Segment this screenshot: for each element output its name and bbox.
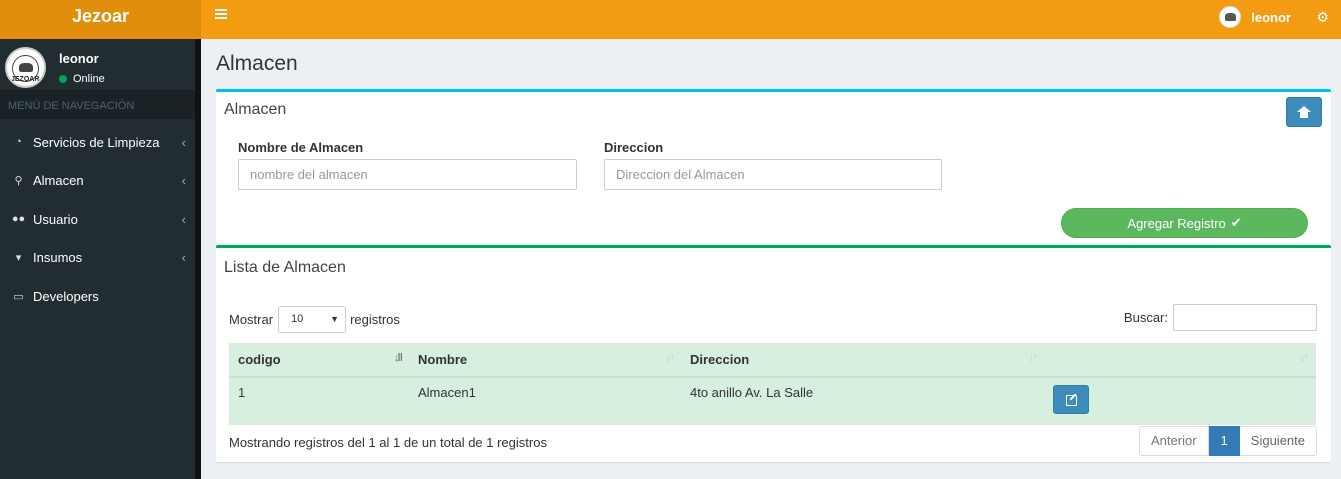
user-name-top: leonor	[1251, 9, 1291, 25]
cell-actions	[1044, 376, 1316, 425]
column-header-codigo[interactable]: codigo ↓ǁ	[229, 343, 410, 378]
pager-next[interactable]: Siguiente	[1239, 426, 1317, 456]
sidebar-menu: ◔ Servicios de Limpieza ‹ ⚲ Almacen ‹ ●●…	[0, 123, 195, 316]
column-header-label: Nombre	[418, 352, 468, 368]
sidebar-item-developers[interactable]: ▭ Developers	[0, 277, 195, 316]
status-badge: Online	[59, 73, 105, 85]
sidebar-toggle-icon[interactable]	[215, 9, 227, 19]
search-label: Buscar:	[1123, 310, 1168, 325]
add-record-label: Agregar Registro	[1127, 215, 1226, 231]
pagination: Anterior 1 Siguiente	[1139, 426, 1317, 456]
direccion-label: Direccion	[604, 140, 664, 155]
table-row: 1 Almacen1 4to anillo Av. La Salle	[229, 376, 1316, 425]
page-length-control: Mostrar 10 ▼ registros	[229, 306, 400, 333]
sort-asc-icon: ↓ǁ	[394, 352, 403, 364]
sidebar-item-label: Usuario	[33, 211, 78, 227]
sidebar-item-almacen[interactable]: ⚲ Almacen ‹	[0, 162, 195, 201]
column-header-nombre[interactable]: Nombre ↓↑	[409, 343, 682, 378]
status-dot-icon	[59, 75, 67, 83]
page-title: Almacen	[216, 52, 298, 75]
pager-previous[interactable]: Anterior	[1139, 426, 1209, 456]
nombre-input[interactable]	[238, 159, 577, 190]
pin-icon: ⚲	[14, 175, 23, 188]
direccion-input[interactable]	[604, 159, 942, 190]
home-button[interactable]	[1286, 97, 1322, 127]
page-length-value: 10	[291, 313, 304, 325]
sidebar-item-label: Insumos	[33, 250, 83, 266]
user-avatar	[1219, 6, 1242, 28]
sidebar-item-label: Servicios de Limpieza	[33, 134, 160, 150]
add-record-button[interactable]: Agregar Registro ✔	[1061, 208, 1308, 238]
sidebar-item-usuario[interactable]: ●● Usuario ‹	[0, 200, 195, 239]
cell-codigo: 1	[229, 376, 410, 425]
cell-nombre: Almacen1	[409, 376, 682, 425]
chevron-left-icon: ‹	[181, 134, 186, 150]
top-navbar: leonor ⚙	[201, 0, 1341, 39]
sidebar-item-servicios[interactable]: ◔ Servicios de Limpieza ‹	[0, 123, 195, 162]
home-icon	[1297, 106, 1311, 118]
status-text: Online	[73, 73, 105, 85]
list-box-title: Lista de Almacen	[224, 259, 346, 276]
column-header-label: codigo	[238, 352, 281, 368]
sidebar: JEZOAR leonor Online MENÚ DE NAVEGACIÓN …	[0, 39, 201, 479]
app-logo[interactable]: Jezoar	[0, 0, 201, 39]
user-panel: JEZOAR leonor Online	[0, 39, 195, 90]
sidebar-item-label: Almacen	[33, 173, 84, 189]
sidebar-user-name: leonor	[59, 51, 99, 66]
sort-icon: ↓↑	[1029, 352, 1038, 364]
dashboard-icon: ◔	[15, 136, 22, 149]
column-header-direccion[interactable]: Direccion ↓↑	[681, 343, 1045, 378]
sidebar-item-label: Developers	[33, 288, 99, 304]
form-box-title: Almacen	[224, 101, 287, 118]
page-length-select[interactable]: 10 ▼	[278, 306, 347, 333]
table-header-row: codigo ↓ǁ Nombre ↓↑ Direccion ↓↑ ↓↑	[229, 343, 1316, 378]
chevron-left-icon: ‹	[181, 173, 186, 189]
pager-page-1[interactable]: 1	[1208, 426, 1240, 456]
user-menu[interactable]: leonor	[1219, 6, 1291, 28]
chevron-left-icon: ‹	[181, 211, 186, 227]
form-box: Almacen Nombre de Almacen Direccion Agre…	[216, 89, 1331, 243]
show-label: Mostrar	[229, 312, 274, 327]
avatar: JEZOAR	[5, 47, 46, 88]
search-control: Buscar:	[1124, 304, 1317, 331]
almacen-table: codigo ↓ǁ Nombre ↓↑ Direccion ↓↑ ↓↑ 1 Al…	[229, 343, 1316, 425]
sidebar-scrollbar[interactable]	[195, 39, 201, 479]
users-icon: ●●	[11, 213, 26, 226]
laptop-icon: ▭	[13, 290, 24, 303]
chevron-down-icon: ▼	[330, 314, 340, 324]
cart-icon: ▾	[15, 252, 22, 265]
nav-header: MENÚ DE NAVEGACIÓN	[0, 90, 195, 119]
sort-icon: ↓↑	[1300, 352, 1309, 364]
registros-label: registros	[350, 312, 400, 327]
search-input[interactable]	[1173, 304, 1317, 331]
edit-button[interactable]	[1053, 384, 1089, 414]
column-header-actions[interactable]: ↓↑	[1044, 343, 1316, 378]
chevron-left-icon: ‹	[181, 250, 186, 266]
nombre-label: Nombre de Almacen	[238, 140, 364, 155]
check-icon: ✔	[1230, 215, 1242, 230]
list-box: Lista de Almacen Mostrar 10 ▼ registros …	[216, 245, 1331, 462]
gears-icon[interactable]: ⚙	[1316, 9, 1329, 26]
sort-icon: ↓↑	[666, 352, 675, 364]
table-info: Mostrando registros del 1 al 1 de un tot…	[229, 435, 547, 450]
column-header-label: Direccion	[690, 352, 750, 368]
sidebar-item-insumos[interactable]: ▾ Insumos ‹	[0, 239, 195, 278]
cell-direccion: 4to anillo Av. La Salle	[681, 376, 1045, 425]
